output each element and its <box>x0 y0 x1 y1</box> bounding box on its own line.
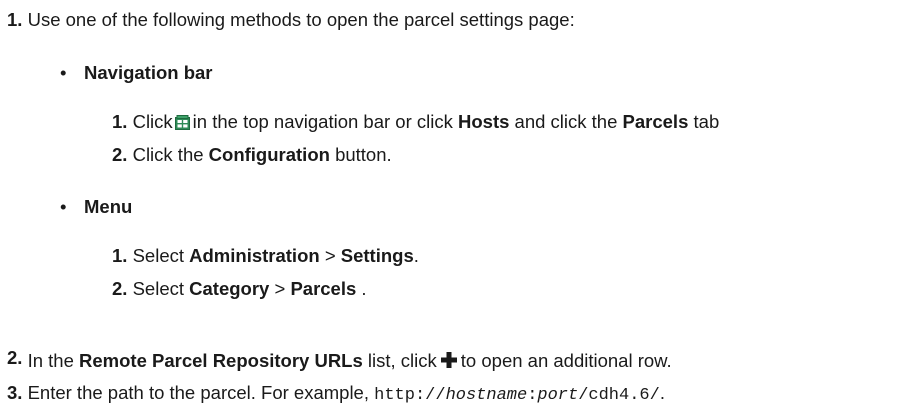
nav-substep-2: 2. Click the Configuration button. <box>112 143 392 167</box>
substep-text: Click the <box>132 144 204 165</box>
substep-text: Select <box>132 245 184 266</box>
parcels-label: Parcels <box>290 278 357 299</box>
example-url: http://hostname:port/cdh4.6/ <box>374 386 660 405</box>
step-text: In the <box>27 350 74 371</box>
method-title: Menu <box>84 196 133 217</box>
substep-text: Click <box>132 111 173 132</box>
step-text: list, click <box>367 350 437 371</box>
bullet: • <box>60 196 67 217</box>
step-number: 2. <box>7 347 23 368</box>
parcels-tab-label: Parcels <box>622 111 689 132</box>
remote-parcel-repository-urls-label: Remote Parcel Repository URLs <box>79 350 363 371</box>
method-menu: • Menu <box>60 195 132 219</box>
menu-substep-2: 2. Select Category > Parcels . <box>112 277 367 301</box>
settings-label: Settings <box>340 245 414 266</box>
administration-label: Administration <box>189 245 320 266</box>
substep-text: button. <box>335 144 392 165</box>
separator: > <box>274 278 286 299</box>
substep-text: in the top navigation bar or click <box>192 111 453 132</box>
nav-substep-1: 1. Click in the top navigation bar or cli… <box>112 110 719 134</box>
substep-text: tab <box>693 111 720 132</box>
step-text: . <box>659 382 665 403</box>
substep-text: Select <box>132 278 184 299</box>
substep-number: 1. <box>112 245 128 266</box>
step-text: Enter the path to the parcel. For exampl… <box>27 382 369 403</box>
substep-text: . <box>361 278 367 299</box>
plus-icon <box>440 351 458 369</box>
url-colon: : <box>527 386 538 405</box>
substep-text: and click the <box>514 111 618 132</box>
url-suffix: /cdh4.6/ <box>578 386 660 405</box>
step-number: 3. <box>7 382 23 403</box>
bullet: • <box>60 62 67 83</box>
substep-number: 1. <box>112 111 128 132</box>
configuration-button-label: Configuration <box>208 144 330 165</box>
hosts-label: Hosts <box>458 111 510 132</box>
method-title: Navigation bar <box>84 62 213 83</box>
step-text: to open an additional row. <box>460 350 672 371</box>
step-2: 2. In the Remote Parcel Repository URLs … <box>7 347 672 373</box>
step-text: Use one of the following methods to open… <box>27 9 575 30</box>
url-prefix: http:// <box>374 386 446 405</box>
step-number: 1. <box>7 9 23 30</box>
url-hostname: hostname <box>445 386 528 405</box>
category-label: Category <box>189 278 270 299</box>
substep-text: . <box>413 245 419 266</box>
substep-number: 2. <box>112 144 128 165</box>
method-navigation-bar: • Navigation bar <box>60 61 213 85</box>
step-1: 1. Use one of the following methods to o… <box>7 8 575 32</box>
separator: > <box>324 245 336 266</box>
substep-number: 2. <box>112 278 128 299</box>
url-port: port <box>537 386 579 405</box>
menu-substep-1: 1. Select Administration > Settings. <box>112 244 419 268</box>
parcel-icon <box>174 112 190 130</box>
step-3: 3. Enter the path to the parcel. For exa… <box>7 381 665 408</box>
